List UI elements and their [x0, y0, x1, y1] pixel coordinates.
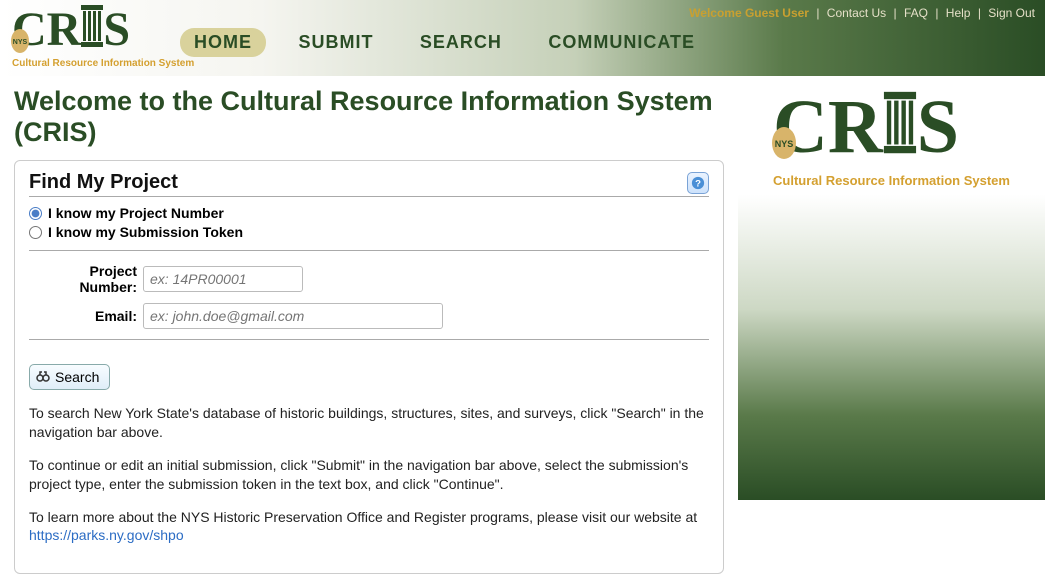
main-nav: HOME SUBMIT SEARCH COMMUNICATE	[180, 28, 723, 57]
sidebar-logo: NYS C R S Cultural Resource Informat	[773, 86, 1010, 188]
help-icon: ?	[691, 176, 705, 190]
svg-text:NYS: NYS	[13, 39, 28, 46]
radio-submission-token-input[interactable]	[29, 226, 42, 239]
radio-project-number-input[interactable]	[29, 207, 42, 220]
sidebar-subtitle: Cultural Resource Information System	[773, 173, 1010, 188]
shpo-link[interactable]: https://parks.ny.gov/shpo	[29, 527, 184, 543]
svg-text:?: ?	[695, 178, 701, 189]
main-column: Welcome to the Cultural Resource Informa…	[0, 76, 738, 584]
sidebar: NYS C R S Cultural Resource Informat	[738, 76, 1045, 500]
email-input[interactable]	[143, 303, 443, 329]
search-button-label: Search	[55, 369, 99, 385]
contact-us-link[interactable]: Contact Us	[827, 6, 886, 20]
binoculars-icon	[36, 370, 50, 385]
welcome-text: Welcome Guest User	[689, 6, 809, 20]
search-button[interactable]: Search	[29, 364, 110, 390]
sidebar-nys-badge: NYS	[769, 124, 799, 167]
sign-out-link[interactable]: Sign Out	[988, 6, 1035, 20]
logo-text: NYS C R S	[12, 3, 194, 56]
instruction-p3: To learn more about the NYS Historic Pre…	[29, 508, 709, 546]
logo[interactable]: NYS C R S Cultural Resource Information …	[12, 3, 194, 69]
nav-search[interactable]: SEARCH	[406, 28, 516, 57]
instruction-p1: To search New York State's database of h…	[29, 404, 709, 442]
svg-text:NYS: NYS	[775, 139, 794, 149]
instruction-p2: To continue or edit an initial submissio…	[29, 456, 709, 494]
panel-help-button[interactable]: ?	[687, 172, 709, 194]
faq-link[interactable]: FAQ	[904, 6, 928, 20]
logo-subtitle: Cultural Resource Information System	[12, 58, 194, 69]
top-nav: Welcome Guest User | Contact Us | FAQ | …	[689, 6, 1035, 20]
logo-nys-badge: NYS	[9, 27, 31, 60]
pillar-icon	[79, 3, 105, 56]
radio-project-number-label: I know my Project Number	[48, 205, 224, 221]
email-label: Email:	[29, 308, 137, 324]
radio-submission-token-label: I know my Submission Token	[48, 224, 243, 240]
content: Welcome to the Cultural Resource Informa…	[0, 76, 1045, 584]
divider	[29, 250, 709, 251]
project-number-label: Project Number:	[29, 263, 137, 295]
nav-home[interactable]: HOME	[180, 28, 266, 57]
nav-communicate[interactable]: COMMUNICATE	[534, 28, 709, 57]
find-project-panel: Find My Project ? I know my Project Numb…	[14, 160, 724, 574]
nav-submit[interactable]: SUBMIT	[284, 28, 387, 57]
page-title: Welcome to the Cultural Resource Informa…	[14, 86, 724, 148]
radio-submission-token[interactable]: I know my Submission Token	[29, 224, 709, 240]
divider	[29, 339, 709, 340]
pillar-icon	[881, 86, 919, 167]
panel-title: Find My Project	[29, 171, 178, 194]
project-number-input[interactable]	[143, 266, 303, 292]
header: NYS C R S Cultural Resource Information …	[0, 0, 1045, 76]
radio-project-number[interactable]: I know my Project Number	[29, 205, 709, 221]
instructional-text: To search New York State's database of h…	[29, 404, 709, 545]
help-link[interactable]: Help	[946, 6, 971, 20]
